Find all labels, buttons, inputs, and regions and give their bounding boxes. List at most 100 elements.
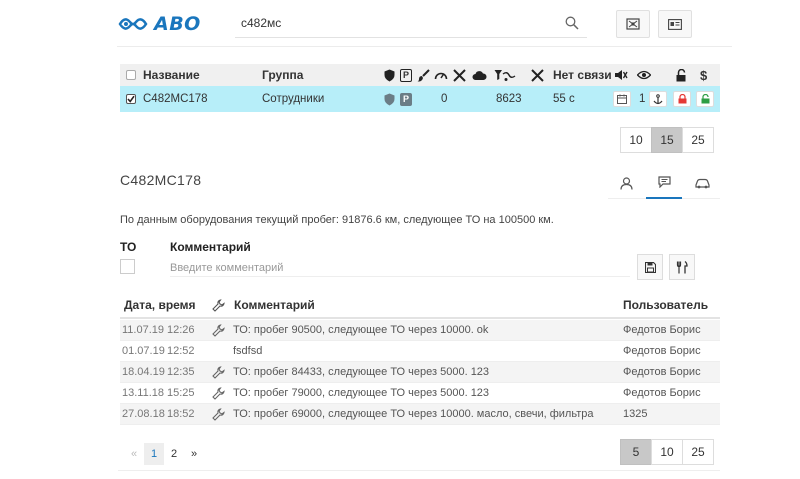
row-group: Сотрудники (262, 93, 325, 105)
page-size-15[interactable]: 15 (651, 127, 683, 153)
history-page-size: 5 10 25 (620, 439, 714, 465)
cloud-icon[interactable] (472, 70, 487, 81)
history-table-header: Дата, время Комментарий Пользователь (120, 293, 720, 319)
lock-green-icon (701, 94, 709, 104)
bottom-divider (118, 470, 720, 471)
row-comment: ТО: пробег 90500, следующее ТО через 100… (233, 324, 489, 336)
row-counter: 1 (639, 93, 646, 105)
save-icon (644, 261, 656, 273)
tools-icon[interactable] (453, 68, 466, 82)
driver-icon (619, 176, 633, 190)
row-user: Федотов Борис (623, 324, 701, 336)
row-comment: fsdfsd (233, 345, 263, 357)
calendar-button[interactable] (613, 91, 631, 107)
logo-text: АВО (154, 13, 201, 35)
column-name[interactable]: Название (143, 64, 200, 86)
row-date: 13.11.18 (122, 387, 165, 399)
speedometer-icon[interactable] (434, 69, 448, 81)
mileage-info: По данным оборудования текущий пробег: 9… (120, 214, 554, 226)
shield-status-icon (384, 93, 395, 105)
shield-icon[interactable] (384, 69, 395, 82)
page-size-25[interactable]: 25 (682, 127, 714, 153)
to-checkbox[interactable] (120, 259, 135, 274)
row-checkbox[interactable] (126, 94, 136, 104)
row-date: 27.08.18 (122, 408, 165, 420)
eye-icon[interactable] (637, 70, 651, 80)
id-card-icon (668, 18, 682, 30)
column-datetime[interactable]: Дата, время (124, 293, 196, 317)
lock-open-icon[interactable] (676, 68, 687, 82)
header-divider (117, 46, 732, 47)
column-user[interactable]: Пользователь (623, 293, 708, 317)
parking-status-icon: P (400, 92, 412, 106)
logo-mark-icon (118, 18, 148, 30)
service-button[interactable] (669, 254, 695, 280)
page-size-25[interactable]: 25 (682, 439, 714, 465)
parking-icon[interactable]: P (400, 68, 412, 82)
mute-icon[interactable] (614, 69, 628, 81)
wrench-header-icon (212, 298, 225, 312)
table-row[interactable]: 13.11.18 15:25 ТО: пробег 79000, следующее… (120, 383, 720, 404)
tab-comments[interactable] (646, 167, 682, 199)
column-comment[interactable]: Комментарий (234, 293, 315, 317)
row-user: 1325 (623, 408, 648, 420)
comment-input[interactable] (170, 259, 630, 277)
anchor-button[interactable] (649, 91, 667, 107)
table-row[interactable]: 18.04.19 12:35 ТО: пробег 84433, следующее… (120, 362, 720, 383)
pager-page-2[interactable]: 2 (164, 443, 184, 465)
tab-car[interactable] (684, 167, 720, 199)
page-size-10[interactable]: 10 (620, 127, 652, 153)
row-no-link: 55 с (553, 93, 575, 105)
wrench-icon (212, 404, 225, 424)
lock-red-button[interactable] (673, 91, 691, 107)
lock-green-button[interactable] (696, 91, 714, 107)
service-icon (676, 260, 688, 273)
check-icon (127, 95, 135, 103)
column-group[interactable]: Группа (262, 64, 303, 86)
row-user: Федотов Борис (623, 366, 701, 378)
anchor-icon (653, 93, 663, 104)
table-row[interactable]: 01.07.19 12:52 fsdfsd Федотов Борис (120, 341, 720, 362)
wrench-icon (212, 362, 225, 382)
lock-red-icon (678, 94, 686, 104)
dollar-icon[interactable]: $ (700, 64, 707, 86)
tab-driver[interactable] (608, 167, 644, 199)
row-user: Федотов Борис (623, 345, 701, 357)
row-name[interactable]: С482МС178 (143, 86, 208, 112)
route-map-button[interactable] (616, 10, 650, 38)
row-time: 12:52 (167, 345, 195, 357)
row-comment: ТО: пробег 79000, следующее ТО через 500… (233, 387, 490, 399)
pager-next[interactable]: » (184, 443, 204, 465)
table-row[interactable]: 11.07.19 12:26 ТО: пробег 90500, следующее… (120, 320, 720, 341)
filter-route-icon[interactable] (494, 69, 516, 82)
pager-prev[interactable]: « (124, 443, 144, 465)
wrench-icon (212, 383, 225, 403)
comments-icon (657, 176, 671, 188)
search-input[interactable] (235, 10, 555, 36)
detail-tabs (608, 167, 720, 199)
search-icon[interactable] (565, 16, 579, 30)
map-route-icon (626, 18, 640, 30)
id-card-button[interactable] (658, 10, 692, 38)
select-all-checkbox[interactable] (126, 70, 136, 80)
objects-page-size: 10 15 25 (620, 127, 714, 153)
row-date: 18.04.19 (122, 366, 165, 378)
table-row[interactable]: 27.08.18 18:52 ТО: пробег 69000, следующее… (120, 404, 720, 425)
car-icon (694, 178, 710, 188)
logo[interactable]: АВО (118, 10, 201, 38)
row-date: 11.07.19 (122, 324, 165, 336)
wrench-icon (212, 320, 225, 340)
table-row[interactable]: С482МС178 Сотрудники P 0 8623 55 с 1 (120, 86, 720, 112)
save-button[interactable] (637, 254, 663, 280)
pagination: « 1 2 » (124, 443, 204, 465)
page-size-10[interactable]: 10 (651, 439, 683, 465)
pager-page-1[interactable]: 1 (144, 443, 164, 465)
page-size-5[interactable]: 5 (620, 439, 652, 465)
objects-table-header: Название Группа P Нет связи $ (120, 64, 720, 86)
column-no-link[interactable]: Нет связи (553, 64, 612, 86)
row-time: 18:52 (167, 408, 195, 420)
tools-off-icon[interactable] (531, 68, 544, 82)
row-speed: 0 (441, 93, 448, 105)
brush-icon[interactable] (417, 68, 430, 82)
comment-label: Комментарий (170, 240, 251, 254)
